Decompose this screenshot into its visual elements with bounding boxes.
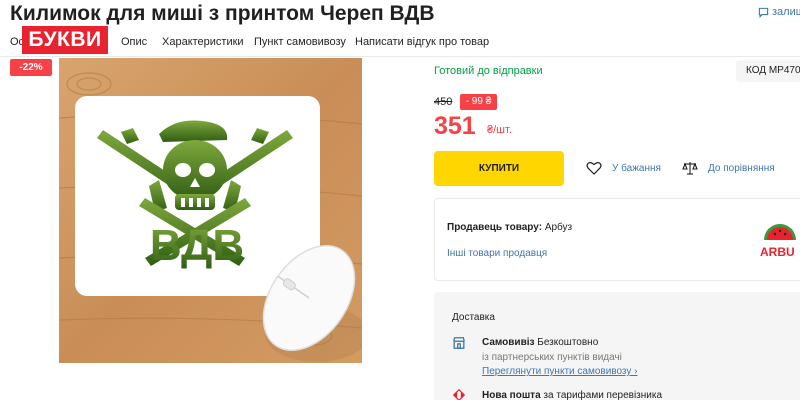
feedback-label: залиш (772, 6, 800, 18)
view-pickup-points-link[interactable]: Переглянути пункти самовивозу › (482, 366, 638, 377)
seller-label: Продавець товару: (447, 222, 543, 233)
feedback-link[interactable]: залиш (758, 6, 800, 18)
brand-overlay-badge: БУКВИ (22, 26, 108, 54)
tab-pickup-point[interactable]: Пункт самовивозу (254, 36, 346, 48)
nova-poshta-icon (452, 388, 466, 400)
wishlist-button[interactable]: У бажання (586, 160, 661, 176)
seller-name: Арбуз (544, 222, 573, 233)
price-drop-badge: - 99 ₴ (460, 94, 497, 110)
tab-write-review[interactable]: Написати відгук про товар (355, 36, 489, 48)
pickup-option: Самовивіз Безкоштовно (482, 337, 598, 348)
compare-label: До порівняння (708, 162, 775, 174)
tab-characteristics[interactable]: Характеристики (162, 36, 244, 48)
product-image[interactable]: ВДВ (59, 58, 362, 363)
seller-info: Продавець товару: Арбуз (447, 222, 572, 233)
pickup-price: Безкоштовно (537, 337, 599, 348)
seller-logo[interactable]: ARBU (760, 212, 800, 262)
print-text: ВДВ (150, 221, 244, 270)
nova-poshta-price: за тарифами перевізника (543, 390, 663, 400)
compare-button[interactable]: До порівняння (682, 160, 775, 176)
heart-icon (586, 162, 602, 175)
store-icon (453, 337, 465, 349)
nova-poshta-option: Нова пошта за тарифами перевізника (482, 390, 662, 400)
seller-card (434, 198, 800, 281)
pickup-subtitle: із партнерських пунктів видачі (482, 352, 622, 363)
buy-button[interactable]: КУПИТИ (434, 151, 564, 186)
current-price: 351 (434, 112, 476, 140)
pickup-name: Самовивіз (482, 337, 535, 348)
tab-description[interactable]: Опис (121, 36, 147, 48)
discount-badge: -22% (10, 59, 52, 76)
nova-poshta-name: Нова пошта (482, 390, 541, 400)
scales-icon (682, 162, 698, 175)
chat-icon (758, 7, 769, 18)
wishlist-label: У бажання (612, 162, 661, 174)
product-title: Килимок для миші з принтом Череп ВДВ (10, 2, 435, 25)
product-code: КОД MP470 (736, 60, 800, 82)
availability-status: Готовий до відправки (434, 65, 543, 77)
price-unit: ₴/шт. (487, 124, 512, 136)
seller-other-goods-link[interactable]: Інші товари продавця (447, 248, 547, 259)
tabs-divider (0, 56, 800, 57)
delivery-title: Доставка (452, 312, 495, 323)
seller-logo-text: ARBU (760, 245, 795, 259)
old-price: 450 (434, 96, 453, 108)
